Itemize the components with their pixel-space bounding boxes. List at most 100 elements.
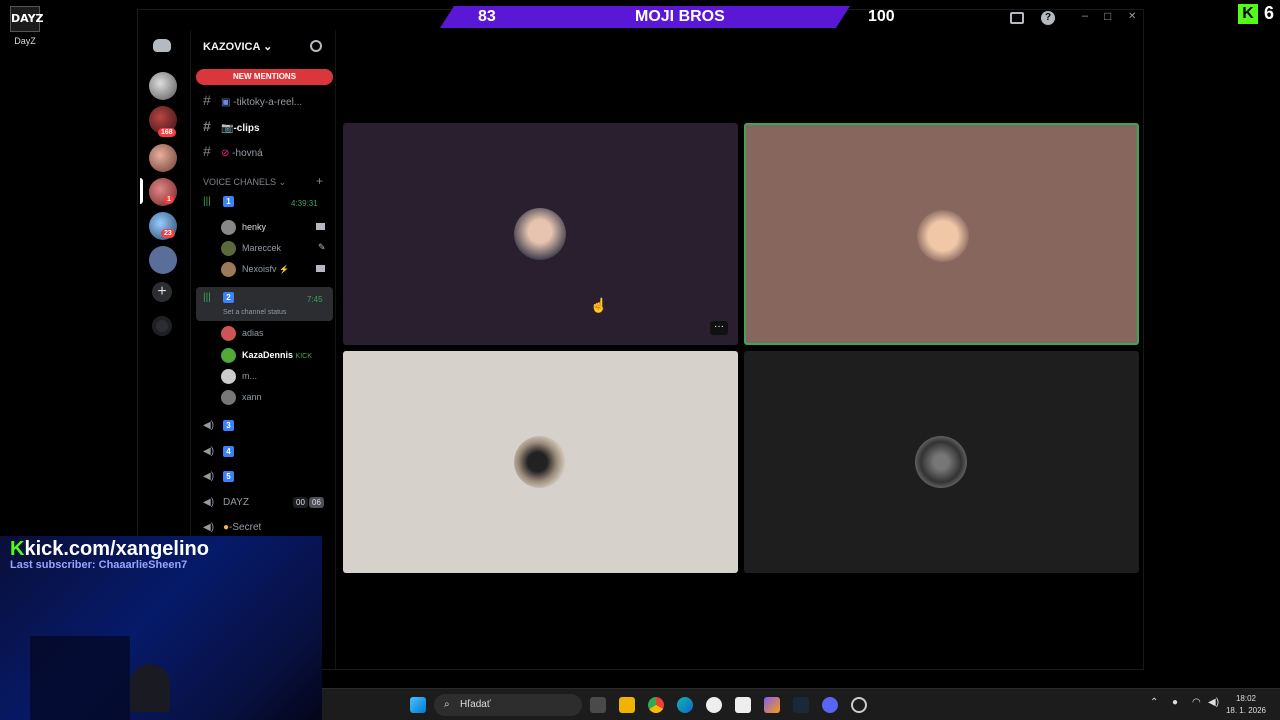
channel-tiktoky[interactable]: # ▣ -tiktoky-a-reel...: [203, 92, 302, 108]
avatar: [221, 348, 236, 363]
voice-user[interactable]: henky: [221, 220, 266, 235]
windows-start-icon[interactable]: [410, 697, 426, 713]
add-channel-button[interactable]: +: [316, 174, 323, 188]
clock[interactable]: 18:02: [1228, 694, 1256, 703]
channel-number: 2: [223, 292, 234, 303]
search-placeholder: Hľadať: [460, 699, 491, 710]
close-button[interactable]: ✕: [1128, 11, 1136, 22]
hash-icon: #: [203, 118, 211, 134]
voice-channel-5[interactable]: ◀) 5: [203, 471, 234, 482]
add-server-icon[interactable]: +: [152, 282, 172, 302]
task-view-icon[interactable]: [590, 697, 606, 713]
channel-name: -tiktoky-a-reel...: [233, 97, 303, 108]
channel-number: 3: [223, 420, 234, 431]
chevron-down-icon: ⌄: [263, 41, 273, 53]
desktop-icon-label: DayZ: [14, 36, 36, 46]
video-tile-4[interactable]: [744, 351, 1139, 573]
taskbar-search-box[interactable]: ⌕ Hľadať: [434, 694, 582, 716]
voice-category-label: VOICE CHANELS: [203, 177, 277, 187]
voice-duration: 7:45: [307, 295, 323, 304]
scoreboard: 83 MOJI BROS 100: [440, 6, 895, 28]
file-explorer-icon[interactable]: [619, 697, 635, 713]
avatar: [221, 220, 236, 235]
app-icon[interactable]: [851, 697, 867, 713]
dayz-logo: DAYZ: [10, 6, 44, 32]
mouse-cursor: ☝: [590, 297, 608, 313]
voice-channel-dayz[interactable]: ◀) DAYZ: [203, 497, 249, 508]
voice-channel-secret[interactable]: ◀) ●-Secret: [203, 522, 261, 533]
left-score: 83: [478, 8, 496, 25]
channel-name: DAYZ: [223, 497, 249, 508]
user-limit: 06: [309, 497, 324, 508]
voice-duration: 4:39:31: [291, 199, 318, 208]
voice-user[interactable]: m...: [221, 369, 257, 384]
chrome-icon[interactable]: [648, 697, 664, 713]
copilot-icon[interactable]: [764, 697, 780, 713]
speaker-locked-icon: ◀): [203, 522, 215, 533]
voice-channel-1[interactable]: ||| 1: [203, 196, 234, 207]
maximize-button[interactable]: □: [1104, 9, 1111, 23]
obs-icon[interactable]: [706, 697, 722, 713]
taskbar: ⌕ Hľadať ⌃ ● ◠ ◀) 18:02 18. 1. 2026: [322, 688, 1280, 720]
user-count: 00: [293, 497, 308, 508]
username: KazaDennis: [242, 349, 294, 360]
hash-icon: #: [203, 143, 211, 159]
kick-logo-icon: K: [1238, 4, 1258, 24]
tray-chevron-icon[interactable]: ⌃: [1150, 697, 1158, 708]
speaker-icon: ◀): [203, 471, 215, 482]
unread-badge-2: 23: [161, 229, 175, 238]
add-friend-icon[interactable]: [310, 40, 322, 52]
set-channel-status[interactable]: Set a channel status: [223, 309, 286, 316]
channel-clips[interactable]: # 📷-clips: [203, 118, 260, 134]
video-tile-3[interactable]: [343, 351, 738, 573]
server-icon-6[interactable]: [149, 246, 177, 274]
participant-avatar: [915, 436, 967, 488]
discord-taskbar-icon[interactable]: [822, 697, 838, 713]
voice-channel-4[interactable]: ◀) 4: [203, 446, 234, 457]
kick-k-icon: K: [10, 538, 25, 560]
voice-user[interactable]: KazaDennis KICK: [221, 348, 312, 363]
video-tile-1[interactable]: ···: [343, 123, 738, 345]
microphone-icon[interactable]: ●: [1172, 697, 1178, 708]
edge-icon[interactable]: [677, 697, 693, 713]
background-shadow: [30, 636, 130, 720]
voice-user[interactable]: Mareccek: [221, 241, 281, 256]
help-icon[interactable]: ?: [1041, 11, 1055, 25]
channel-name: -hovná: [232, 148, 263, 159]
dayz-desktop-icon[interactable]: DAYZ DayZ: [8, 6, 44, 46]
wifi-icon[interactable]: ◠: [1192, 697, 1201, 708]
video-tile-2-speaking[interactable]: [744, 123, 1139, 345]
last-subscriber: Last subscriber: ChaaarlieSheen7: [10, 559, 188, 571]
voice-category-header[interactable]: VOICE CHANELS ⌄: [203, 177, 286, 188]
voice-user[interactable]: xann: [221, 390, 262, 405]
more-options-button[interactable]: ···: [710, 321, 728, 335]
chevron-down-icon: ⌄: [278, 177, 287, 187]
speaker-icon: ◀): [203, 446, 215, 457]
server-icon-1[interactable]: [149, 72, 177, 100]
avatar: [221, 390, 236, 405]
kick-tag: KICK: [295, 352, 312, 360]
new-mentions-button[interactable]: NEW MENTIONS: [196, 69, 333, 85]
discord-home-icon[interactable]: [153, 39, 171, 52]
minimize-button[interactable]: –: [1082, 10, 1088, 22]
hash-icon: #: [203, 92, 211, 108]
channel-hovna[interactable]: # ⊘ -hovná: [203, 143, 263, 159]
discover-icon[interactable]: [152, 316, 172, 336]
store-icon[interactable]: [735, 697, 751, 713]
username: Nexoisfv: [242, 263, 277, 274]
voice-user[interactable]: adias: [221, 326, 264, 341]
channel-emoji: 📷: [221, 123, 234, 134]
voice-channel-3[interactable]: ◀) 3: [203, 420, 234, 431]
voice-channel-2[interactable]: ||| 2: [203, 292, 234, 303]
server-icon-3[interactable]: [149, 144, 177, 172]
date[interactable]: 18. 1. 2026: [1218, 706, 1266, 715]
voice-active-icon: |||: [203, 196, 211, 207]
inbox-icon[interactable]: [1010, 12, 1024, 24]
mention-badge: 1: [164, 195, 174, 204]
channel-number: 1: [223, 196, 234, 207]
username: m...: [242, 370, 257, 381]
server-name-header[interactable]: KAZOVICA ⌄: [203, 40, 272, 53]
steam-icon[interactable]: [793, 697, 809, 713]
channel-emoji: ⊘: [221, 148, 230, 159]
voice-user[interactable]: Nexoisfv ⚡: [221, 262, 289, 277]
